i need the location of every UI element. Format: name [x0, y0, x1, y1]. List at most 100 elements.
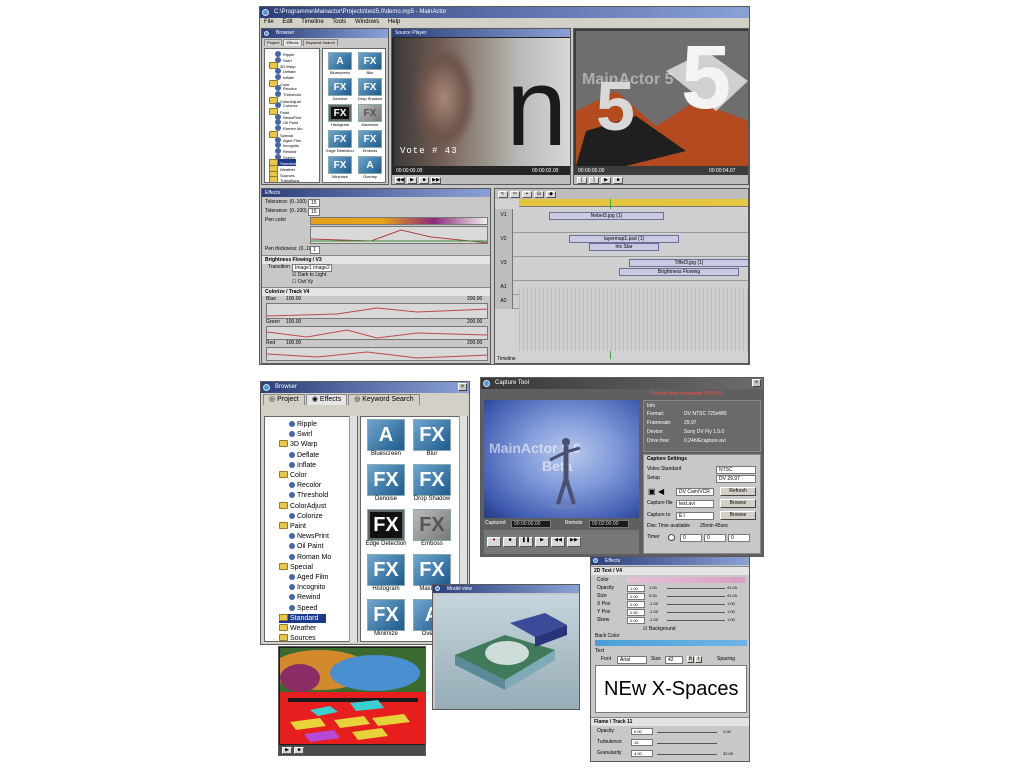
small-effect-item[interactable]: FX Histogram — [326, 104, 354, 127]
text-param-slider[interactable] — [667, 612, 725, 613]
small-tab-keyword-search[interactable]: Keyword Search — [302, 39, 338, 46]
capture-to-browse-button[interactable]: Browse — [720, 511, 756, 520]
text-param-slider[interactable] — [667, 620, 725, 621]
back-color-swatch[interactable] — [595, 640, 747, 646]
small-effect-item[interactable]: FX Emboss — [356, 130, 384, 153]
param-field-tolerance-2[interactable]: 15 — [308, 208, 320, 216]
setup-select[interactable]: DV 29.97 — [716, 475, 756, 483]
text-param-value[interactable]: 0.50 — [627, 609, 645, 616]
large-tree-item[interactable]: Aged Film — [289, 573, 337, 582]
preview-out-button[interactable]: ] — [589, 176, 599, 184]
large-tree-item[interactable]: 3D Warp — [279, 440, 325, 449]
menu-file[interactable]: File — [264, 19, 274, 25]
bold-button[interactable]: B — [687, 656, 694, 663]
text-section-header[interactable]: 2D Text / V4 — [591, 566, 749, 575]
timer-hours[interactable]: 0 — [680, 534, 702, 542]
large-tree-item[interactable]: Swirl — [289, 430, 320, 439]
text-param-slider[interactable] — [667, 596, 725, 597]
italic-button[interactable]: I — [695, 656, 702, 663]
timeline-ruler[interactable] — [519, 199, 748, 207]
tab-keyword-search[interactable]: ◎ Keyword Search — [348, 394, 420, 405]
small-effect-item[interactable]: FX Edge Detection — [326, 130, 354, 153]
large-tree-item[interactable]: Roman Mo — [289, 553, 339, 562]
capture-stop-button[interactable]: ■ — [503, 537, 517, 547]
paint-stop-button[interactable]: ■ — [294, 747, 304, 754]
tab-project[interactable]: ◎ Project — [263, 394, 305, 405]
flame-param-value[interactable]: 15 — [631, 739, 653, 746]
text-param-value[interactable]: 1.00 — [627, 585, 645, 592]
text-param-value[interactable]: 0.00 — [627, 617, 645, 624]
source-stop-button[interactable]: ■ — [419, 176, 429, 184]
large-tree-item[interactable]: Oil Paint — [289, 542, 331, 551]
text-param-slider[interactable] — [667, 604, 725, 605]
timeline-clip[interactable]: Nebel3.jpg (1) — [549, 212, 664, 220]
large-effect-item[interactable]: FX Emboss — [409, 509, 455, 547]
size-select[interactable]: 42 — [665, 656, 683, 664]
large-tree-item[interactable]: Recolor — [289, 481, 329, 490]
capture-record-button[interactable]: ● — [487, 537, 501, 547]
brightness-section-header[interactable]: Brightness Flowing / V3 — [262, 255, 490, 264]
large-effect-item[interactable]: A Bluescreen — [363, 419, 409, 457]
large-tree-item[interactable]: Inflate — [289, 461, 324, 470]
green-curve-graph[interactable] — [266, 326, 488, 340]
large-tree-item[interactable]: Color — [279, 471, 315, 480]
large-tree-scrollbar[interactable] — [349, 416, 357, 642]
large-effect-item[interactable]: FX Blur — [409, 419, 455, 457]
small-effect-item[interactable]: A Overlay — [356, 156, 384, 179]
flame-section-header[interactable]: Flame / Track 11 — [591, 717, 749, 726]
small-tree-item[interactable]: Transitions — [269, 176, 299, 182]
preview-in-button[interactable]: [ — [577, 176, 587, 184]
capture-to-input[interactable]: E:\ — [676, 512, 714, 520]
timeline-tool-zoom[interactable]: + — [522, 190, 532, 198]
preview-stop-button[interactable]: ■ — [613, 176, 623, 184]
timeline-clip[interactable]: Tiffel3.jpg (1) — [629, 259, 748, 267]
text-param-value[interactable]: 0.00 — [627, 593, 645, 600]
timeline-tool-select[interactable]: ↖ — [498, 190, 508, 198]
tolerance-curve-graph[interactable] — [310, 226, 488, 244]
timeline-clip[interactable]: Brightness Flowing — [619, 268, 739, 276]
menu-edit[interactable]: Edit — [282, 19, 292, 25]
preview-play-button[interactable]: ▶ — [601, 176, 611, 184]
flame-param-slider[interactable] — [657, 732, 717, 733]
checkbox-out-vy[interactable]: ☐ Out Vy — [292, 278, 313, 287]
large-tree-item[interactable]: Paint — [279, 522, 314, 531]
text-param-slider[interactable] — [667, 588, 725, 589]
large-tree-item[interactable]: Colorize — [289, 512, 331, 521]
small-effect-item[interactable]: A Bluescreen — [326, 52, 354, 75]
small-tab-project[interactable]: Project — [264, 39, 283, 46]
flame-param-value[interactable]: 4.00 — [631, 750, 653, 757]
capture-ffwd-button[interactable]: ▶▶ — [567, 537, 581, 547]
large-tree-item[interactable]: Weather — [279, 624, 324, 633]
large-tree-item[interactable]: Deflate — [289, 451, 327, 460]
large-effects-tree[interactable]: Ripple Swirl 3D Warp Deflate Inflate Color Rec… — [264, 416, 358, 642]
browser-close-icon[interactable]: × — [458, 383, 467, 391]
source-rewind-button[interactable]: ◀◀ — [395, 176, 405, 184]
small-effect-item[interactable]: FX Maximize — [356, 104, 384, 127]
text-param-value[interactable]: 0.00 — [627, 601, 645, 608]
capture-pause-button[interactable]: ❚❚ — [519, 537, 533, 547]
timer-minutes[interactable]: 0 — [704, 534, 726, 542]
flame-param-value[interactable]: 0.00 — [631, 728, 653, 735]
small-effect-item[interactable]: FX Denoise — [326, 78, 354, 101]
small-tab-effects[interactable]: Effects — [283, 39, 302, 46]
source-play-button[interactable]: ▶ — [407, 176, 417, 184]
large-tree-item[interactable]: Sources — [279, 634, 324, 641]
small-effects-tree[interactable]: Ripple Swirl 3D Warp Deflate Inflate Color Rec… — [264, 48, 320, 183]
large-effect-item[interactable]: FX Drop Shadow — [409, 464, 455, 502]
large-tree-item[interactable]: NewsPrint — [289, 532, 337, 541]
large-tree-item[interactable]: Special — [279, 563, 321, 572]
large-effect-item[interactable]: FX Edge Detection — [363, 509, 409, 547]
menu-help[interactable]: Help — [388, 19, 400, 25]
source-ffwd-button[interactable]: ▶▶ — [431, 176, 441, 184]
capture-rewind-button[interactable]: ◀◀ — [551, 537, 565, 547]
large-tree-item[interactable]: Rewind — [289, 593, 328, 602]
blue-curve-graph[interactable] — [266, 303, 488, 319]
large-tree-item[interactable]: Standard — [279, 613, 327, 623]
timer-seconds[interactable]: 0 — [728, 534, 750, 542]
timeline-tool-cut[interactable]: ✂ — [510, 190, 520, 198]
capture-play-button[interactable]: ▶ — [535, 537, 549, 547]
large-tree-item[interactable]: Incognito — [289, 583, 333, 592]
large-tree-item[interactable]: Speed — [289, 604, 325, 613]
timeline-clip[interactable]: Iris Star — [589, 243, 659, 251]
large-effect-item[interactable]: FX Histogram — [363, 554, 409, 592]
